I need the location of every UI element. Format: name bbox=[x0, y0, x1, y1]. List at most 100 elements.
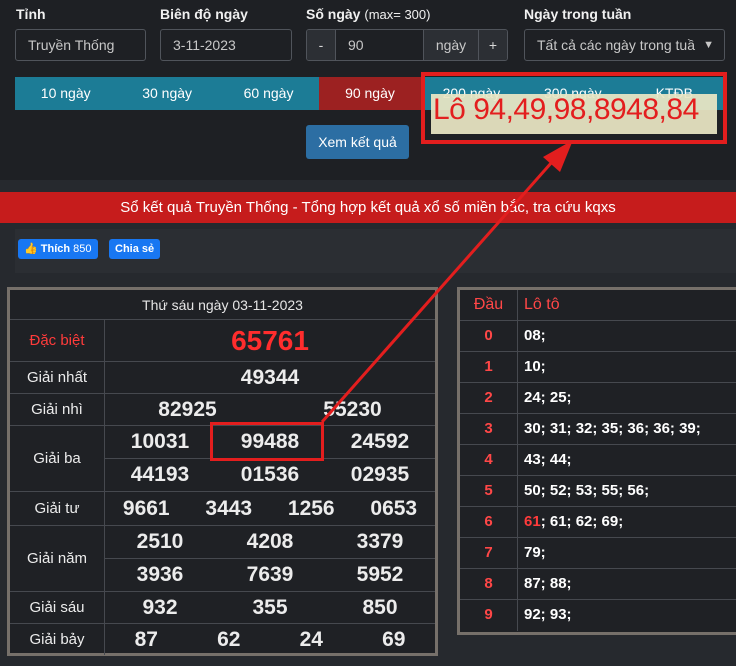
loto-column-label: Lô tô bbox=[524, 296, 560, 313]
prize-row-special: Đặc biệt 65761 bbox=[10, 320, 435, 362]
loto-values: 92; 93; bbox=[524, 606, 572, 623]
loto-values: 24; 25; bbox=[524, 389, 572, 406]
loto-values: 30; 31; 32; 35; 36; 36; 39; bbox=[524, 420, 701, 437]
prize-number: 3379 bbox=[356, 530, 404, 553]
loto-header-row: Đầu Lô tô bbox=[460, 290, 736, 321]
tab-10-days[interactable]: 10 ngày bbox=[15, 77, 117, 110]
prize-number: 9661 bbox=[122, 496, 170, 520]
date-input[interactable]: 3-11-2023 bbox=[160, 29, 292, 61]
annotation-box: Lô 94,49,98,8948,84 bbox=[421, 72, 727, 144]
like-button[interactable]: 👍 Thích 850 bbox=[18, 239, 98, 259]
prize-number: 3936 bbox=[136, 563, 184, 586]
date-label: Biên độ ngày bbox=[160, 6, 248, 22]
prize-row-first: Giải nhất 49344 bbox=[10, 362, 435, 394]
loto-head-digit: 4 bbox=[460, 445, 518, 475]
loto-head-digit: 2 bbox=[460, 383, 518, 413]
prize-name: Giải ba bbox=[10, 426, 105, 491]
thumbs-up-icon: 👍 bbox=[24, 243, 38, 255]
tab-30-days[interactable]: 30 ngày bbox=[116, 77, 218, 110]
loto-row: 1 10; bbox=[460, 352, 736, 383]
prize-number: 69 bbox=[382, 627, 406, 651]
loto-values-rest: ; 61; 62; 69; bbox=[540, 513, 624, 530]
prize-number: 5952 bbox=[356, 563, 404, 586]
loto-row: 3 30; 31; 32; 35; 36; 36; 39; bbox=[460, 414, 736, 445]
prize-number: 4208 bbox=[246, 530, 294, 553]
loto-row: 2 24; 25; bbox=[460, 383, 736, 414]
loto-values: 87; 88; bbox=[524, 575, 572, 592]
loto-row: 0 08; bbox=[460, 321, 736, 352]
prize-number: 65761 bbox=[231, 324, 309, 356]
special-loto-highlight: 61 bbox=[524, 513, 541, 530]
page-banner: Sổ kết quả Truyền Thống - Tổng hợp kết q… bbox=[0, 192, 736, 223]
loto-values: 08; bbox=[524, 327, 546, 344]
loto-row: 8 87; 88; bbox=[460, 569, 736, 600]
prize-number: 01536 bbox=[240, 463, 300, 486]
prize-name: Giải sáu bbox=[10, 592, 105, 623]
view-results-button[interactable]: Xem kết quả bbox=[306, 125, 409, 159]
prize-row-sixth: Giải sáu 932 355 850 bbox=[10, 592, 435, 624]
prize-number: 82925 bbox=[158, 397, 217, 421]
tab-60-days[interactable]: 60 ngày bbox=[217, 77, 320, 110]
days-label-text: Số ngày bbox=[306, 6, 361, 22]
prize-number: 2510 bbox=[136, 530, 184, 553]
days-hint: (max= 300) bbox=[364, 7, 431, 22]
tab-90-days[interactable]: 90 ngày bbox=[319, 77, 421, 110]
prize-number: 62 bbox=[217, 627, 241, 651]
prize-number: 932 bbox=[142, 595, 178, 619]
loto-row: 7 79; bbox=[460, 538, 736, 569]
prize-name: Giải năm bbox=[10, 526, 105, 591]
prize-row-fifth: Giải năm 2510 4208 3379 3936 7639 5952 bbox=[10, 526, 435, 592]
prize-number: 3443 bbox=[205, 496, 253, 520]
prize-name: Giải tư bbox=[10, 492, 105, 525]
prize-name: Giải bảy bbox=[10, 624, 105, 655]
prize-number: 55230 bbox=[323, 397, 382, 421]
highlight-box bbox=[210, 422, 324, 461]
loto-head-digit: 7 bbox=[460, 538, 518, 568]
prize-number: 87 bbox=[134, 627, 158, 651]
loto-table: Đầu Lô tô 0 08; 1 10; 2 24; 25; 3 30; 31… bbox=[457, 287, 736, 635]
prize-number: 49344 bbox=[240, 365, 300, 389]
prize-row-seventh: Giải bảy 87 62 24 69 bbox=[10, 624, 435, 655]
loto-values: 61; 61; 62; 69; bbox=[518, 507, 736, 537]
province-select[interactable]: Truyền Thống bbox=[15, 29, 146, 61]
loto-head-digit: 0 bbox=[460, 321, 518, 351]
prize-name: Giải nhất bbox=[10, 362, 105, 393]
province-label: Tỉnh bbox=[16, 6, 46, 22]
days-unit: ngày bbox=[423, 30, 479, 60]
weekday-select[interactable]: Tất cả các ngày trong tuầ ▼ bbox=[524, 29, 725, 61]
chevron-down-icon: ▼ bbox=[703, 39, 714, 51]
prize-row-fourth: Giải tư 9661 3443 1256 0653 bbox=[10, 492, 435, 526]
prize-number: 355 bbox=[252, 595, 288, 619]
prize-number: 0653 bbox=[370, 496, 418, 520]
prize-number: 10031 bbox=[130, 430, 190, 453]
prize-name: Giải nhì bbox=[10, 394, 105, 425]
days-stepper: - 90 ngày + bbox=[306, 29, 508, 61]
prize-number: 7639 bbox=[246, 563, 294, 586]
loto-head-digit: 8 bbox=[460, 569, 518, 599]
prize-name: Đặc biệt bbox=[10, 320, 105, 361]
loto-values: 79; bbox=[524, 544, 546, 561]
loto-head-digit: 5 bbox=[460, 476, 518, 506]
prize-number: 850 bbox=[362, 595, 398, 619]
loto-values: 10; bbox=[524, 358, 546, 375]
loto-head-digit: 3 bbox=[460, 414, 518, 444]
loto-head-digit: 9 bbox=[460, 600, 518, 631]
results-date-heading: Thứ sáu ngày 03-11-2023 bbox=[10, 290, 435, 320]
days-input[interactable]: 90 bbox=[335, 30, 423, 60]
loto-head-digit: 1 bbox=[460, 352, 518, 382]
like-label: Thích bbox=[40, 243, 71, 255]
loto-row: 9 92; 93; bbox=[460, 600, 736, 631]
days-label: Số ngày (max= 300) bbox=[306, 6, 430, 22]
loto-values: 50; 52; 53; 55; 56; bbox=[524, 482, 650, 499]
weekday-value: Tất cả các ngày trong tuầ bbox=[537, 37, 695, 53]
loto-row: 4 43; 44; bbox=[460, 445, 736, 476]
share-button[interactable]: Chia sẻ bbox=[109, 239, 161, 259]
social-bar: 👍 Thích 850 Chia sẻ bbox=[15, 229, 736, 273]
annotation-text: Lô 94,49,98,8948,84 bbox=[433, 93, 699, 126]
prize-number: 44193 bbox=[130, 463, 190, 486]
results-table: Thứ sáu ngày 03-11-2023 Đặc biệt 65761 G… bbox=[7, 287, 438, 656]
days-plus-button[interactable]: + bbox=[479, 30, 507, 60]
days-minus-button[interactable]: - bbox=[307, 30, 335, 60]
loto-row: 5 50; 52; 53; 55; 56; bbox=[460, 476, 736, 507]
prize-number: 24592 bbox=[350, 430, 410, 453]
